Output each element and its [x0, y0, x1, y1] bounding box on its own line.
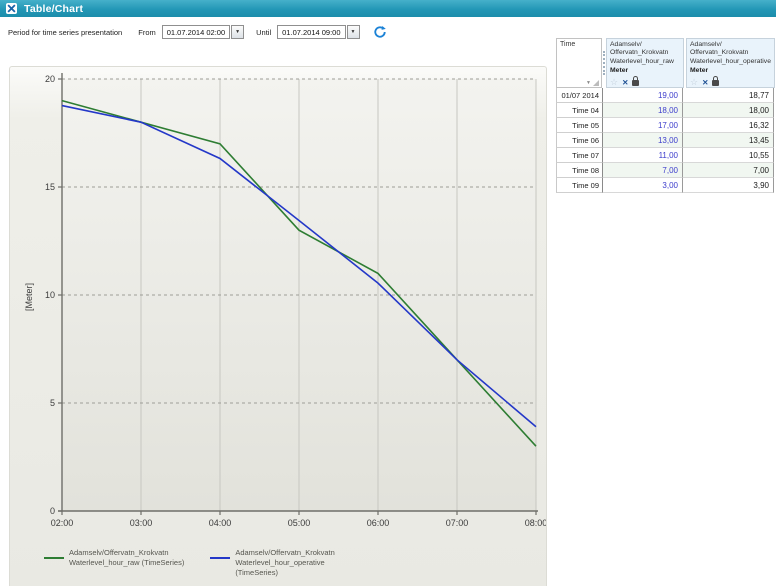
- timeseries-chart: 0 5 10 15 20 02:00 03:00 04:00 05:00 06:00 07:00 08…: [10, 67, 546, 585]
- refresh-icon: [373, 25, 387, 39]
- app-logo-icon: [6, 3, 17, 14]
- row-time-label: Time 07: [556, 148, 603, 163]
- table-header-row: Time ▼ Adamselv/Offervatn_KrokvatnWaterl…: [556, 38, 775, 88]
- from-datetime-value[interactable]: 01.07.2014 02:00: [162, 25, 230, 39]
- row-time-label: Time 08: [556, 163, 603, 178]
- value-cell[interactable]: 19,00: [603, 88, 683, 103]
- lock-icon: [632, 80, 639, 86]
- chart-panel: 0 5 10 15 20 02:00 03:00 04:00 05:00 06:00 07:00 08…: [9, 66, 547, 586]
- chevron-down-icon[interactable]: ▼: [231, 25, 244, 39]
- column-header-line: Waterlevel_hour_raw: [610, 58, 680, 66]
- star-icon[interactable]: ☆: [610, 78, 618, 87]
- row-time-label: Time 09: [556, 178, 603, 193]
- svg-text:5: 5: [50, 398, 55, 408]
- column-unit-label: Meter: [690, 67, 771, 75]
- value-cell[interactable]: 3,90: [683, 178, 774, 193]
- data-table: Time ▼ Adamselv/Offervatn_KrokvatnWaterl…: [556, 38, 775, 193]
- row-time-label: Time 06: [556, 133, 603, 148]
- legend-item: Adamselv/Offervatn_Krokvatn Waterlevel_h…: [44, 548, 184, 578]
- svg-text:05:00: 05:00: [288, 518, 311, 528]
- legend-item: Adamselv/Offervatn_Krokvatn Waterlevel_h…: [210, 548, 335, 578]
- until-label: Until: [256, 28, 271, 37]
- legend-label: Adamselv/Offervatn_Krokvatn Waterlevel_h…: [69, 548, 184, 578]
- svg-text:0: 0: [50, 506, 55, 516]
- column-header-line: Adamselv/: [690, 41, 771, 49]
- value-cell[interactable]: 18,00: [603, 103, 683, 118]
- titlebar: Table/Chart: [0, 0, 776, 17]
- until-datetime-combobox[interactable]: 01.07.2014 09:00 ▼: [277, 25, 359, 39]
- resize-grip-icon[interactable]: [593, 80, 599, 86]
- column-header-line: Offervatn_Krokvatn: [690, 49, 771, 57]
- time-column-header[interactable]: Time ▼: [556, 38, 602, 88]
- table-row: Time 0418,0018,00: [556, 103, 775, 118]
- value-cell[interactable]: 11,00: [603, 148, 683, 163]
- column-header-line: Waterlevel_hour_operative: [690, 58, 771, 66]
- table-row: Time 0517,0016,32: [556, 118, 775, 133]
- x-marker-icon[interactable]: ✕: [702, 79, 708, 87]
- table-row: 01/07 201419,0018,77: [556, 88, 775, 103]
- row-time-label: Time 05: [556, 118, 603, 133]
- lock-icon: [712, 80, 719, 86]
- svg-text:04:00: 04:00: [209, 518, 232, 528]
- from-label: From: [138, 28, 156, 37]
- value-cell[interactable]: 18,00: [683, 103, 774, 118]
- table-row: Time 087,007,00: [556, 163, 775, 178]
- row-time-label: Time 04: [556, 103, 603, 118]
- series-column-header[interactable]: Adamselv/Offervatn_KrokvatnWaterlevel_ho…: [606, 38, 684, 88]
- svg-text:20: 20: [45, 74, 55, 84]
- sort-caret-icon[interactable]: ▼: [586, 80, 591, 86]
- x-marker-icon[interactable]: ✕: [622, 79, 628, 87]
- window-title: Table/Chart: [24, 3, 83, 15]
- svg-text:15: 15: [45, 182, 55, 192]
- value-cell[interactable]: 16,32: [683, 118, 774, 133]
- refresh-button[interactable]: [372, 24, 388, 40]
- chevron-down-icon[interactable]: ▼: [347, 25, 360, 39]
- table-body: 01/07 201419,0018,77Time 0418,0018,00Tim…: [556, 88, 775, 193]
- app-window: Table/Chart Period for time series prese…: [0, 0, 776, 586]
- table-row: Time 0613,0013,45: [556, 133, 775, 148]
- column-unit-label: Meter: [610, 67, 680, 75]
- legend-swatch: [210, 557, 230, 559]
- value-cell[interactable]: 7,00: [603, 163, 683, 178]
- value-cell[interactable]: 7,00: [683, 163, 774, 178]
- column-header-line: Offervatn_Krokvatn: [610, 49, 680, 57]
- legend-swatch: [44, 557, 64, 559]
- value-cell[interactable]: 3,00: [603, 178, 683, 193]
- star-icon[interactable]: ☆: [690, 78, 698, 87]
- time-header-label: Time: [560, 41, 575, 48]
- until-datetime-value[interactable]: 01.07.2014 09:00: [277, 25, 345, 39]
- value-cell[interactable]: 18,77: [683, 88, 774, 103]
- series-column-header[interactable]: Adamselv/Offervatn_KrokvatnWaterlevel_ho…: [686, 38, 775, 88]
- svg-text:10: 10: [45, 290, 55, 300]
- svg-text:02:00: 02:00: [51, 518, 74, 528]
- svg-text:06:00: 06:00: [367, 518, 390, 528]
- value-cell[interactable]: 13,45: [683, 133, 774, 148]
- table-row: Time 093,003,90: [556, 178, 775, 193]
- chart-legend: Adamselv/Offervatn_Krokvatn Waterlevel_h…: [44, 548, 335, 578]
- row-time-label: 01/07 2014: [556, 88, 603, 103]
- value-cell[interactable]: 13,00: [603, 133, 683, 148]
- from-datetime-combobox[interactable]: 01.07.2014 02:00 ▼: [162, 25, 244, 39]
- svg-text:03:00: 03:00: [130, 518, 153, 528]
- splitter-dots-icon: [603, 51, 605, 75]
- value-cell[interactable]: 17,00: [603, 118, 683, 133]
- period-label: Period for time series presentation: [8, 28, 122, 37]
- y-axis-title: [Meter]: [24, 283, 34, 311]
- svg-text:07:00: 07:00: [446, 518, 469, 528]
- column-header-line: Adamselv/: [610, 41, 680, 49]
- table-row: Time 0711,0010,55: [556, 148, 775, 163]
- legend-label: Adamselv/Offervatn_Krokvatn Waterlevel_h…: [235, 548, 335, 578]
- svg-text:08:00: 08:00: [525, 518, 546, 528]
- value-cell[interactable]: 10,55: [683, 148, 774, 163]
